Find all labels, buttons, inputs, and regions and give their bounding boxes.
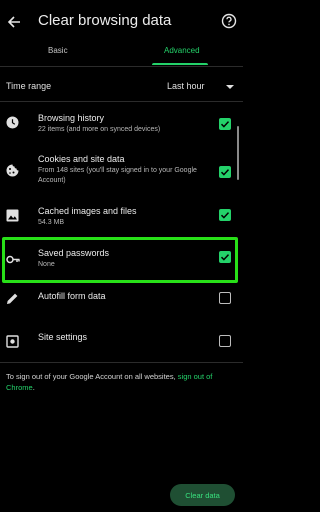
signout-text: To sign out of your Google Account on al… — [6, 371, 236, 393]
checkbox-cookies[interactable] — [219, 166, 231, 178]
key-icon — [6, 255, 20, 264]
checkbox-saved-passwords[interactable] — [219, 251, 231, 263]
help-icon — [221, 13, 237, 29]
checkbox-autofill[interactable] — [219, 292, 231, 304]
caret-down-icon — [226, 85, 234, 89]
time-range-value[interactable]: Last hour — [167, 81, 205, 91]
check-icon — [220, 212, 230, 219]
item-subtitle: 22 items (and more on synced devices) — [38, 126, 161, 133]
list-item-saved-passwords[interactable]: Saved passwords None — [0, 240, 243, 280]
list-item-cached-images[interactable]: Cached images and files 54.3 MB — [0, 200, 243, 232]
divider — [0, 66, 243, 67]
history-icon — [6, 116, 19, 129]
back-button[interactable] — [2, 10, 26, 34]
arrow-back-icon — [7, 16, 20, 28]
list-item-site-settings[interactable]: Site settings — [0, 330, 243, 352]
list-item-autofill[interactable]: Autofill form data — [0, 288, 243, 310]
cookie-icon — [6, 164, 19, 177]
check-icon — [220, 254, 230, 261]
image-icon — [6, 209, 19, 222]
time-range-row[interactable]: Time range Last hour — [0, 77, 243, 97]
item-subtitle: From 148 sites (you'll stay signed in to… — [38, 167, 197, 184]
item-subtitle: None — [38, 261, 55, 268]
list-item-browsing-history[interactable]: Browsing history 22 items (and more on s… — [0, 108, 243, 140]
checkbox-site-settings[interactable] — [219, 335, 231, 347]
page-title: Clear browsing data — [38, 12, 172, 29]
list-item-cookies[interactable]: Cookies and site data From 148 sites (yo… — [0, 150, 243, 194]
check-icon — [220, 169, 230, 176]
tab-advanced[interactable]: Advanced — [164, 46, 200, 55]
tab-basic[interactable]: Basic — [48, 46, 68, 55]
settings-icon — [6, 335, 19, 348]
pencil-icon — [7, 293, 18, 304]
item-title: Site settings — [38, 332, 88, 342]
divider — [0, 362, 243, 363]
divider — [0, 101, 243, 102]
signout-end: . — [32, 383, 35, 392]
check-icon — [220, 121, 230, 128]
tab-indicator — [152, 63, 208, 65]
item-title: Autofill form data — [38, 291, 106, 301]
item-title: Browsing history — [38, 113, 105, 123]
checkbox-cached-images[interactable] — [219, 209, 231, 221]
signout-message: To sign out of your Google Account on al… — [6, 372, 178, 381]
time-range-label: Time range — [6, 81, 52, 91]
tabs: Basic Advanced — [0, 44, 243, 66]
app-bar: Clear browsing data — [0, 0, 243, 44]
scrollbar[interactable] — [237, 126, 239, 180]
item-title: Cookies and site data — [38, 154, 125, 164]
checkbox-browsing-history[interactable] — [219, 118, 231, 130]
item-title: Cached images and files — [38, 206, 137, 216]
item-title: Saved passwords — [38, 248, 110, 258]
help-button[interactable] — [221, 13, 237, 29]
clear-data-button[interactable]: Clear data — [170, 484, 235, 506]
item-subtitle: 54.3 MB — [38, 219, 65, 226]
